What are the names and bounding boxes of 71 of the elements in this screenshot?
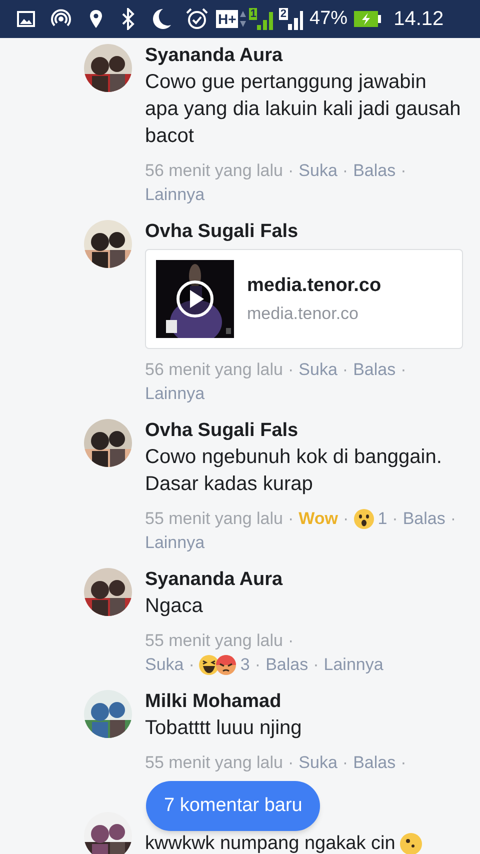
action-link[interactable]: Balas [266,653,308,677]
reaction-count: 3 [240,654,250,676]
separator-dot: · [342,160,348,182]
action-link[interactable]: Balas [353,751,396,775]
separator-dot: · [288,160,294,182]
action-link[interactable]: Suka [145,653,184,677]
data-arrows-icon [239,9,248,29]
new-comments-toast[interactable]: 7 komentar baru [146,781,320,831]
link-preview-card[interactable]: media.tenor.co media.tenor.co [145,249,463,349]
separator-dot: · [288,359,294,381]
sim-number: 1 [249,8,258,20]
separator-dot: · [400,160,406,182]
timestamp: 56 menit yang lalu [145,160,283,182]
clock: 14.12 [394,7,444,32]
link-title: media.tenor.co [247,274,382,298]
moon-icon [152,8,172,30]
reaction-count: 1 [378,508,388,530]
commenter-name: Ovha Sugali Fals [145,419,300,443]
surprised-emoji-icon [354,509,374,529]
battery-percent: 47% [310,6,348,31]
location-icon [89,9,103,29]
play-icon [175,279,215,319]
comment-text: Tobatttt luuu njing [145,716,303,741]
separator-dot: · [400,752,406,774]
link-domain: media.tenor.co [247,302,360,324]
commenter-name: Ovha Sugali Fals [145,220,300,244]
reaction-link[interactable]: Wow [298,507,338,531]
action-link[interactable]: Lainnya [145,531,205,555]
laughing-emoji-icon [199,655,220,675]
action-link[interactable]: Balas [402,507,446,531]
alarm-icon [186,8,208,30]
action-link[interactable]: Lainnya [145,382,205,406]
bluetooth-icon [121,8,135,30]
comment-text: Ngaca [145,594,204,619]
separator-dot: · [450,508,456,530]
separator-dot: · [288,630,294,652]
timestamp: 55 menit yang lalu [145,630,283,652]
action-link[interactable]: Suka [298,159,338,183]
action-link[interactable]: Suka [298,358,338,382]
network-type: H+ [216,10,238,28]
commenter-name: Syananda Aura [145,44,284,68]
separator-dot: · [313,654,319,676]
separator-dot: · [288,508,294,530]
commenter-name: Syananda Aura [145,568,284,592]
battery-icon [354,10,382,28]
sim-number: 2 [279,8,288,20]
separator-dot: · [188,654,194,676]
action-link[interactable]: Suka [298,751,338,775]
action-link[interactable]: Balas [353,159,396,183]
action-link[interactable]: Lainnya [324,653,384,677]
separator-dot: · [342,359,348,381]
action-link[interactable]: Lainnya [145,183,205,207]
comment-text: Cowo ngebunuh kok di banggain. Dasar kadas kurap [145,445,443,497]
commenter-name: Milki Mohamad [145,690,282,714]
signal-icon [288,8,304,30]
timestamp: 55 menit yang lalu [145,508,283,530]
action-link[interactable]: Balas [353,358,396,382]
hotspot-icon [51,9,71,29]
comment-text: Cowo gue pertanggung jawabin apa yang dia lakuin kali jadi gausah bacot [145,70,462,149]
angry-emoji-icon [216,655,236,675]
separator-dot: · [288,752,294,774]
separator-dot: · [342,752,348,774]
separator-dot: · [400,359,406,381]
emoji-icon [399,832,424,854]
separator-dot: · [343,508,349,530]
separator-dot: · [254,654,261,676]
image-icon [17,10,35,28]
separator-dot: · [392,508,398,530]
timestamp: 55 menit yang lalu [145,752,283,774]
comment-text: kwwkwk numpang ngakak cin [145,833,396,854]
timestamp: 56 menit yang lalu [145,359,283,381]
